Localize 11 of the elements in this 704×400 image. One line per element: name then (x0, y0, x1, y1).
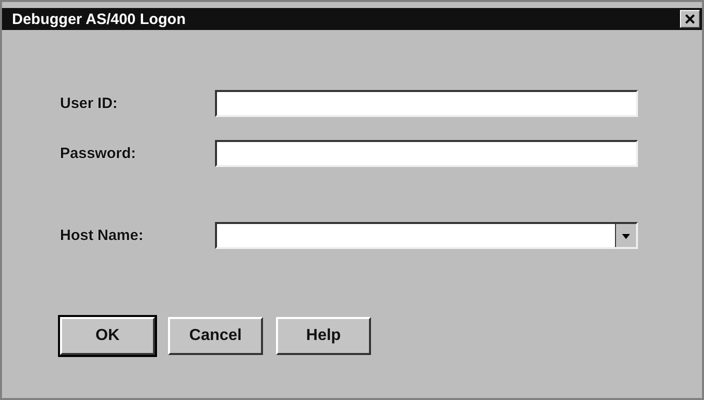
field-label: User ID: (60, 95, 119, 112)
dialog-button[interactable]: OK (60, 317, 155, 355)
dialog-button[interactable]: Cancel (168, 317, 263, 355)
field-label: Host Name: (60, 227, 144, 244)
close-icon[interactable] (680, 10, 700, 28)
dropdown-field[interactable] (215, 222, 638, 249)
input-field[interactable] (215, 90, 638, 117)
dialog-button[interactable]: Help (276, 317, 371, 355)
window-title: Debugger AS/400 Logon (12, 10, 186, 28)
field-label: Password: (60, 145, 137, 162)
input-field[interactable] (215, 140, 638, 167)
